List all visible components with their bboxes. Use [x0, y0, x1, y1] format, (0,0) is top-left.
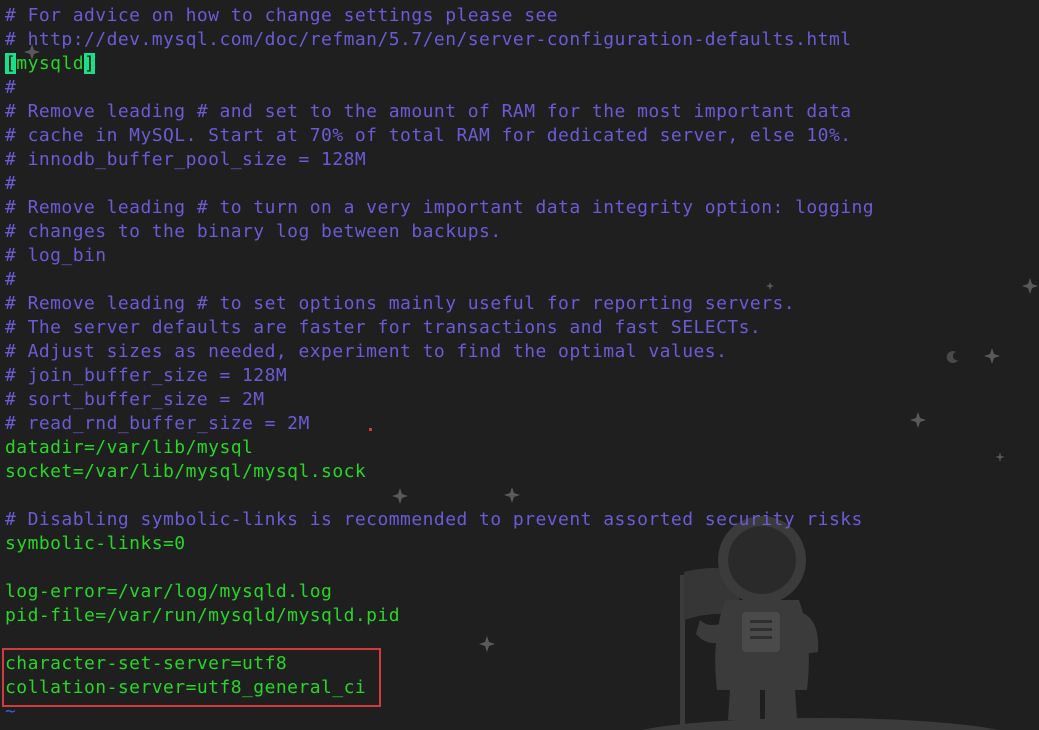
line-text: # join_buffer_size = 128M	[5, 365, 288, 386]
line-text: # http://dev.mysql.com/doc/refman/5.7/en…	[5, 29, 852, 50]
terminal-window[interactable]: # For advice on how to change settings p…	[0, 0, 1039, 730]
comment-line[interactable]: # The server defaults are faster for tra…	[5, 316, 874, 340]
line-text: # Remove leading # and set to the amount…	[5, 101, 852, 122]
comment-line[interactable]: # sort_buffer_size = 2M	[5, 388, 874, 412]
matching-bracket: ]	[84, 53, 96, 74]
comment-line[interactable]: # Disabling symbolic-links is recommende…	[5, 508, 874, 532]
comment-line[interactable]: #	[5, 172, 874, 196]
line-text: datadir=/var/lib/mysql	[5, 437, 254, 458]
comment-line[interactable]: # join_buffer_size = 128M	[5, 364, 874, 388]
comment-line[interactable]: #	[5, 268, 874, 292]
comment-line[interactable]: # Remove leading # and set to the amount…	[5, 100, 874, 124]
comment-line[interactable]: # For advice on how to change settings p…	[5, 4, 874, 28]
line-text: #	[5, 77, 17, 98]
setting-line[interactable]: log-error=/var/log/mysqld.log	[5, 580, 874, 604]
comment-line[interactable]: # cache in MySQL. Start at 70% of total …	[5, 124, 874, 148]
comment-line[interactable]: # Remove leading # to set options mainly…	[5, 292, 874, 316]
section-name: mysqld	[16, 53, 85, 74]
comment-line[interactable]: # read_rnd_buffer_size = 2M	[5, 412, 874, 436]
comment-line[interactable]: # innodb_buffer_pool_size = 128M	[5, 148, 874, 172]
sparkle-icon	[1022, 278, 1038, 294]
cursor: [	[5, 53, 17, 74]
comment-line[interactable]: # Adjust sizes as needed, experiment to …	[5, 340, 874, 364]
sparkle-icon	[984, 348, 1000, 364]
setting-line[interactable]: datadir=/var/lib/mysql	[5, 436, 874, 460]
charset-settings-highlight	[2, 648, 381, 707]
line-text: # Remove leading # to turn on a very imp…	[5, 197, 875, 218]
line-text: # For advice on how to change settings p…	[5, 5, 559, 26]
comment-line[interactable]: # changes to the binary log between back…	[5, 220, 874, 244]
setting-line[interactable]: pid-file=/var/run/mysqld/mysqld.pid	[5, 604, 874, 628]
line-text: socket=/var/lib/mysql/mysql.sock	[5, 461, 367, 482]
line-text: # Remove leading # to set options mainly…	[5, 293, 796, 314]
setting-line[interactable]: socket=/var/lib/mysql/mysql.sock	[5, 460, 874, 484]
line-text: pid-file=/var/run/mysqld/mysqld.pid	[5, 605, 401, 626]
sparkle-icon	[910, 412, 926, 428]
line-text: # changes to the binary log between back…	[5, 221, 502, 242]
line-text: # log_bin	[5, 245, 107, 266]
comment-line[interactable]: #	[5, 76, 874, 100]
blank-line[interactable]	[5, 484, 874, 508]
line-text: symbolic-links=0	[5, 533, 186, 554]
line-text: #	[5, 173, 17, 194]
line-text: # sort_buffer_size = 2M	[5, 389, 265, 410]
setting-line[interactable]: symbolic-links=0	[5, 532, 874, 556]
sparkle-icon	[995, 452, 1005, 462]
comment-line[interactable]: # Remove leading # to turn on a very imp…	[5, 196, 874, 220]
line-text: log-error=/var/log/mysqld.log	[5, 581, 333, 602]
comment-line[interactable]: # log_bin	[5, 244, 874, 268]
line-text: # cache in MySQL. Start at 70% of total …	[5, 125, 852, 146]
line-text: # The server defaults are faster for tra…	[5, 317, 762, 338]
line-text: # Adjust sizes as needed, experiment to …	[5, 341, 728, 362]
section-header-line[interactable]: [mysqld]	[5, 52, 874, 76]
blank-line[interactable]	[5, 556, 874, 580]
line-text: #	[5, 269, 17, 290]
line-text: # Disabling symbolic-links is recommende…	[5, 509, 863, 530]
line-text: # read_rnd_buffer_size = 2M	[5, 413, 310, 434]
config-file-content[interactable]: # For advice on how to change settings p…	[5, 4, 874, 724]
stray-mark	[369, 428, 372, 431]
crescent-icon	[946, 351, 958, 364]
line-text: # innodb_buffer_pool_size = 128M	[5, 149, 367, 170]
comment-line[interactable]: # http://dev.mysql.com/doc/refman/5.7/en…	[5, 28, 874, 52]
